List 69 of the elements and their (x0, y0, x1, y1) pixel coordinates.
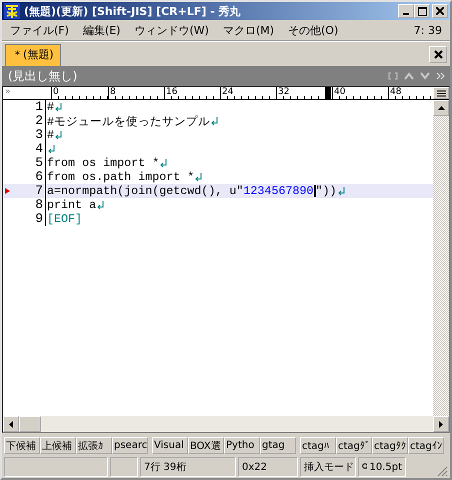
code-text: a=normpath(join(getcwd(), u" (47, 184, 244, 198)
function-key-button[interactable]: Visual (152, 437, 188, 454)
menu-item[interactable]: その他(O) (288, 22, 338, 38)
code-text: # (47, 100, 54, 114)
cursor-position: 7行 39桁 (140, 457, 236, 477)
code-text: print a (47, 198, 96, 212)
code-text: from os import * (47, 156, 160, 170)
left-arrow-icon (9, 420, 13, 428)
line-number: 7 (13, 184, 46, 198)
scroll-left-button[interactable] (3, 416, 19, 432)
scroll-up-button[interactable] (433, 100, 449, 116)
close-icon (436, 7, 444, 15)
resize-grip-icon[interactable] (436, 465, 448, 477)
function-key-button[interactable]: 拡張ｶ (76, 437, 112, 454)
zoom-level: 10.5pt (358, 457, 406, 477)
line-number: 1 (13, 100, 46, 114)
function-key-button[interactable]: ctagﾊ (300, 437, 336, 454)
function-key-button[interactable]: ctagﾀｸ (372, 437, 408, 454)
function-key-button[interactable]: gtag (260, 437, 296, 454)
scroll-right-button[interactable] (433, 416, 449, 432)
function-key-button[interactable]: Pytho (224, 437, 260, 454)
eof-marker: [EOF] (47, 212, 82, 226)
double-chevron-icon[interactable] (436, 72, 446, 80)
maximize-icon (418, 6, 426, 16)
function-key-button[interactable]: psearc (112, 437, 148, 454)
line-number: 5 (13, 156, 46, 170)
character-code: 0x22 (238, 457, 298, 477)
window-title: (無題)(更新) [Shift-JIS] [CR+LF] - 秀丸 (24, 4, 242, 18)
vertical-scrollbar[interactable] (433, 100, 449, 416)
up-arrow-icon (438, 106, 444, 110)
code-text: #モジュールを使ったサンプル (47, 114, 210, 128)
function-key-button[interactable]: ctagｲﾝ (408, 437, 444, 454)
maximize-button[interactable] (414, 4, 430, 18)
line-number: 8 (13, 198, 46, 212)
menu-item[interactable]: ファイル(F) (10, 22, 69, 38)
close-button[interactable] (432, 4, 448, 18)
column-ruler: 0 8 16 24 32 40 48 (51, 87, 433, 99)
app-icon (4, 3, 20, 19)
function-key-button[interactable]: ctagﾀﾞ (336, 437, 372, 454)
code-text: ")) (316, 184, 337, 198)
code-text: from os.path import * (47, 170, 194, 184)
function-key-button[interactable]: BOX選 (188, 437, 224, 454)
menu-item[interactable]: ウィンドウ(W) (134, 22, 209, 38)
menu-item[interactable]: マクロ(M) (222, 22, 274, 38)
outline-title: (見出し無し) (8, 68, 78, 84)
status-panel (110, 457, 138, 477)
line-number: 2 (13, 114, 46, 128)
scroll-thumb[interactable] (19, 416, 41, 432)
menu-item[interactable]: 編集(E) (82, 22, 120, 38)
list-icon (436, 90, 446, 96)
magnifier-icon (362, 463, 368, 471)
fold-marker[interactable]: » (3, 87, 51, 99)
minimize-button[interactable] (398, 4, 414, 18)
current-line-marker-icon (5, 188, 10, 194)
function-key-button[interactable]: 下候補 (4, 437, 40, 454)
close-tab-button[interactable] (429, 46, 447, 63)
function-key-button[interactable]: 上候補 (40, 437, 76, 454)
input-mode: 挿入モード (300, 457, 356, 477)
horizontal-scrollbar[interactable] (3, 416, 449, 432)
code-text: # (47, 128, 54, 142)
ruler-menu-button[interactable] (433, 87, 449, 99)
right-arrow-icon (439, 420, 443, 428)
string-literal: 1234567890 (243, 184, 314, 198)
line-number: 9 (13, 212, 46, 226)
clock-text: 7: 39 (414, 24, 442, 36)
close-icon (434, 50, 442, 59)
line-number: 4 (13, 142, 46, 156)
document-tab[interactable]: ＊(無題) (5, 44, 61, 66)
line-number: 3 (13, 128, 46, 142)
